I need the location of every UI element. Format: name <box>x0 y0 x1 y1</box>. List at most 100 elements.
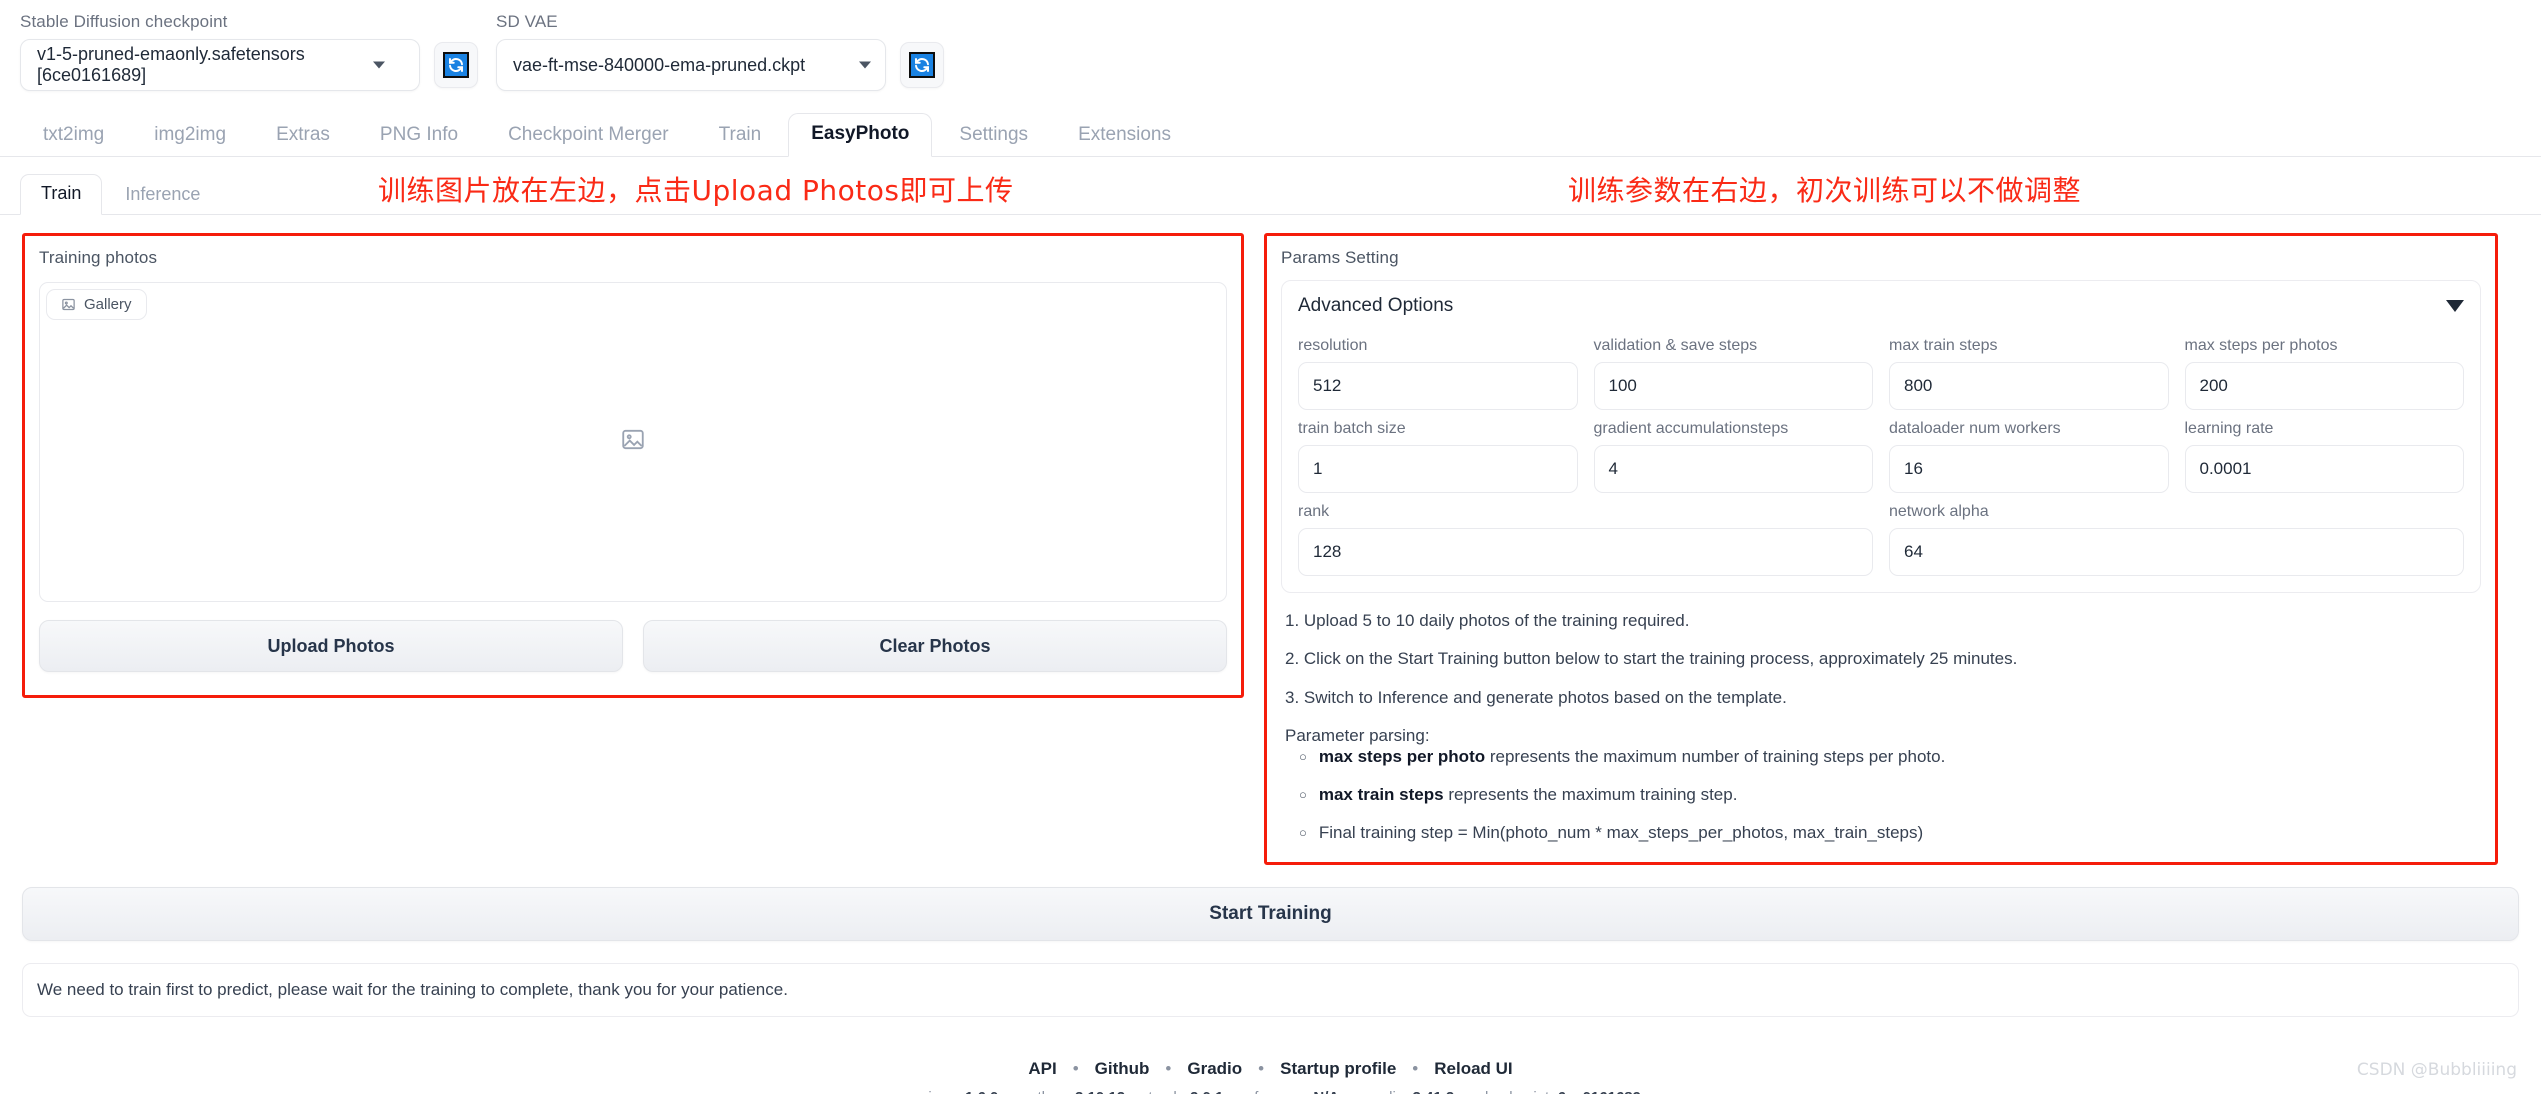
clear-photos-button[interactable]: Clear Photos <box>643 620 1227 672</box>
param-label: network alpha <box>1889 503 1989 520</box>
status-box: We need to train first to predict, pleas… <box>22 963 2519 1017</box>
footer-version-item: python: 3.10.12 <box>1022 1089 1125 1094</box>
footer-version-value: v1.6.0 <box>957 1089 999 1094</box>
tab-checkpoint-merger[interactable]: Checkpoint Merger <box>485 114 692 157</box>
note-lines: 1. Upload 5 to 10 daily photos of the tr… <box>1285 611 2479 747</box>
param-input[interactable]: 200 <box>2184 362 2464 410</box>
param-field-validation-save-steps: validation & save steps 100 <box>1593 337 1873 410</box>
param-field-learning-rate: learning rate 0.0001 <box>2184 420 2464 493</box>
content-columns: Training photos Gallery Upload Photos Cl… <box>0 215 2541 865</box>
bullet-description: Final training step = Min(photo_num * ma… <box>1318 823 1924 843</box>
subtab-train[interactable]: Train <box>20 174 103 215</box>
footer-version-key: gradio: <box>1362 1089 1412 1094</box>
param-input[interactable]: 100 <box>1593 362 1873 410</box>
footer-version-item: gradio: 3.41.2 <box>1362 1089 1454 1094</box>
chevron-down-icon <box>373 61 385 69</box>
footer-link-reload-ui[interactable]: Reload UI <box>1434 1059 1512 1079</box>
param-input[interactable]: 1 <box>1298 445 1578 493</box>
param-input[interactable]: 0.0001 <box>2184 445 2464 493</box>
bullet-marker-icon: ○ <box>1299 825 1307 841</box>
gallery-chip[interactable]: Gallery <box>46 289 147 320</box>
footer-version-value: 6ce0161689 <box>1558 1089 1641 1094</box>
param-row: resolution 512 validation & save steps 100 m… <box>1298 337 2464 410</box>
note-line: Parameter parsing: <box>1285 726 1430 746</box>
param-label: gradient accumulationsteps <box>1593 420 1789 437</box>
bullet-term: max train steps <box>1318 784 1444 804</box>
param-field-max-train-steps: max train steps 800 <box>1889 337 2169 410</box>
footer-separator: • <box>1412 1059 1419 1078</box>
footer-version-item: xformers: N/A <box>1247 1089 1340 1094</box>
tab-easyphoto[interactable]: EasyPhoto <box>788 113 933 157</box>
tab-train[interactable]: Train <box>696 114 785 157</box>
vae-value: vae-ft-mse-840000-ema-pruned.ckpt <box>513 54 806 75</box>
chevron-down-icon <box>859 61 871 69</box>
tab-extras[interactable]: Extras <box>253 114 353 157</box>
param-input[interactable]: 128 <box>1298 528 1873 576</box>
param-input[interactable]: 64 <box>1889 528 2464 576</box>
refresh-vae-button[interactable] <box>900 42 944 88</box>
footer-version-value: N/A <box>1313 1089 1339 1094</box>
footer-separator: • <box>1258 1059 1265 1078</box>
advanced-options-header[interactable]: Advanced Options <box>1298 295 2464 327</box>
footer-separator: • <box>1007 1089 1012 1094</box>
footer-link-startup-profile[interactable]: Startup profile <box>1280 1059 1396 1079</box>
sub-tabbar: Train Inference 训练图片放在左边，点击Upload Photos即… <box>0 171 2541 215</box>
tab-extensions[interactable]: Extensions <box>1055 114 1194 157</box>
gallery-dropzone[interactable]: Gallery <box>39 282 1227 602</box>
footer: API • Github • Gradio • Startup profile • Reload… <box>0 1059 2541 1094</box>
image-icon <box>61 297 76 312</box>
annotation-right: 训练参数在右边，初次训练可以不做调整 <box>1568 174 2082 207</box>
sub-tab-list: Train Inference <box>20 173 221 215</box>
bullet-marker-icon: ○ <box>1299 786 1307 802</box>
image-placeholder-icon <box>620 427 646 458</box>
footer-version-item: torch: 2.0.1 <box>1148 1089 1223 1094</box>
refresh-icon <box>909 52 935 78</box>
start-training-button[interactable]: Start Training <box>22 887 2519 941</box>
refresh-icon <box>443 52 469 78</box>
upload-photos-button[interactable]: Upload Photos <box>39 620 623 672</box>
param-label: rank <box>1298 503 1330 520</box>
checkpoint-select[interactable]: v1-5-pruned-emaonly.safetensors [6ce0161… <box>20 39 420 91</box>
vae-row: vae-ft-mse-840000-ema-pruned.ckpt <box>496 39 944 91</box>
footer-version-key: xformers: <box>1247 1089 1314 1094</box>
bottom-area: Start Training We need to train first to… <box>0 865 2541 1017</box>
param-input[interactable]: 4 <box>1593 445 1873 493</box>
footer-version: version: v1.6.0 • python: 3.10.12 • torch: 2… <box>0 1089 2541 1094</box>
main-tabbar: txt2img img2img Extras PNG Info Checkpoint M… <box>0 111 2541 157</box>
tab-txt2img[interactable]: txt2img <box>20 114 127 157</box>
tab-png-info[interactable]: PNG Info <box>357 114 481 157</box>
footer-version-value: 3.41.2 <box>1413 1089 1455 1094</box>
advanced-options-label: Advanced Options <box>1298 295 1454 316</box>
bullet-text: max train steps represents the maximum t… <box>1319 785 1738 805</box>
footer-version-key: torch: <box>1148 1089 1190 1094</box>
tab-img2img[interactable]: img2img <box>131 114 249 157</box>
tab-settings[interactable]: Settings <box>936 114 1051 157</box>
footer-version-item: checkpoint: 6ce0161689 <box>1478 1089 1641 1094</box>
annotation-left: 训练图片放在左边，点击Upload Photos即可上传 <box>378 174 1014 207</box>
vae-label: SD VAE <box>496 12 558 31</box>
footer-separator: • <box>1134 1089 1139 1094</box>
param-field-max-steps-per-photos: max steps per photos 200 <box>2184 337 2464 410</box>
chevron-down-icon[interactable] <box>2446 300 2464 312</box>
note-line: 1. Upload 5 to 10 daily photos of the tr… <box>1285 611 1690 630</box>
training-photos-panel: Training photos Gallery Upload Photos Cl… <box>22 233 1244 698</box>
status-text: We need to train first to predict, pleas… <box>37 980 788 999</box>
easyphoto-page: Stable Diffusion checkpoint v1-5-pruned-… <box>0 0 2541 1094</box>
bullet-term: max steps per photo <box>1318 746 1486 766</box>
footer-link-gradio[interactable]: Gradio <box>1187 1059 1242 1079</box>
param-input[interactable]: 512 <box>1298 362 1578 410</box>
param-input[interactable]: 800 <box>1889 362 2169 410</box>
footer-link-api[interactable]: API <box>1028 1059 1056 1079</box>
instructions: 1. Upload 5 to 10 daily photos of the tr… <box>1267 593 2495 844</box>
param-input[interactable]: 16 <box>1889 445 2169 493</box>
refresh-checkpoint-button[interactable] <box>434 42 478 88</box>
footer-link-github[interactable]: Github <box>1095 1059 1150 1079</box>
params-setting-title: Params Setting <box>1281 248 1399 267</box>
subtab-inference[interactable]: Inference <box>104 175 221 215</box>
param-field-network-alpha: network alpha 64 <box>1889 503 2464 576</box>
note-line: 2. Click on the Start Training button be… <box>1285 649 2018 669</box>
footer-version-value: 2.0.1 <box>1190 1089 1223 1094</box>
vae-select[interactable]: vae-ft-mse-840000-ema-pruned.ckpt <box>496 39 886 91</box>
footer-separator: • <box>1165 1059 1172 1078</box>
footer-separator: • <box>1348 1089 1353 1094</box>
